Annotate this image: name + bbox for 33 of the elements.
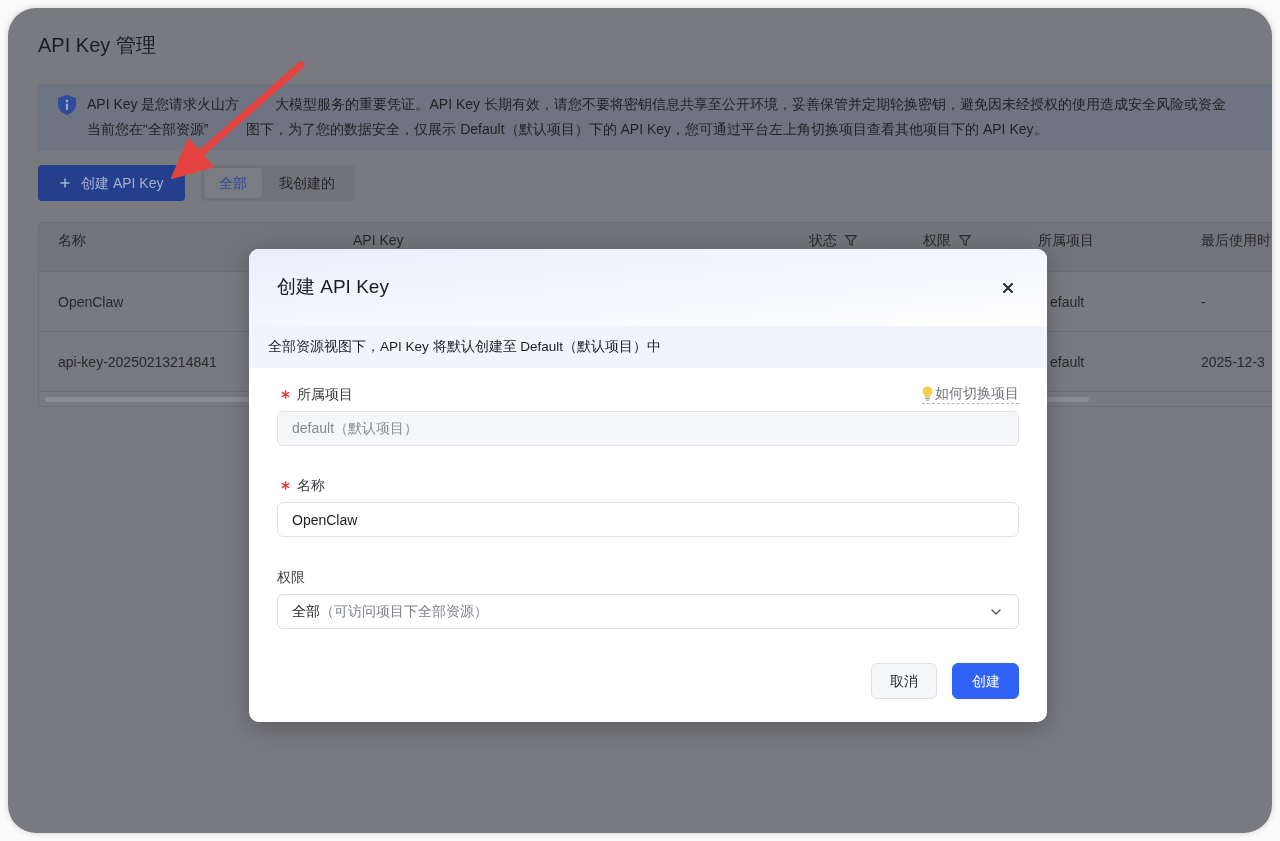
input-field[interactable]: OpenClaw	[277, 502, 1019, 537]
plus-icon	[58, 176, 72, 190]
table-cell: api-key-20250213214841	[58, 353, 217, 370]
select-field[interactable]: 全部（可访问项目下全部资源）	[277, 594, 1019, 629]
filter-icon[interactable]	[959, 235, 971, 246]
filter-tab[interactable]: 我创建的	[262, 168, 352, 198]
notice-text: 大模型服务的重要凭证。API Key 长期有效，请您不要将密钥信息共享至公开环境，妥善保管并定期轮换密钥，避免因未经授权的使用造成安全风险或资金	[275, 95, 1226, 114]
lightbulb-icon	[922, 386, 933, 401]
filter-icon[interactable]	[845, 235, 857, 246]
notice-text: 图下，为了您的数据安全，仅展示 Default（默认项目）下的 API Key，您可通过平台左上角切换项目查看其他项目下的 API Key。	[246, 120, 1048, 139]
info-shield-icon	[58, 95, 76, 115]
table-cell: efault	[1050, 353, 1085, 370]
table-cell: -	[1201, 293, 1206, 310]
table-cell: 2025-12-3	[1201, 353, 1265, 370]
column-header: 名称	[58, 232, 86, 248]
notice-text: 当前您在“全部资源”	[87, 120, 209, 139]
column-header: 权限	[923, 232, 951, 248]
field-label: 名称	[297, 475, 325, 495]
cancel-button[interactable]: 取消	[871, 663, 937, 699]
notice-text: API Key 是您请求火山方	[87, 95, 240, 114]
dialog-title: 创建 API Key	[277, 275, 389, 300]
field-label: 权限	[277, 567, 305, 587]
table-cell: OpenClaw	[58, 293, 124, 310]
column-header: 最后使用时	[1201, 232, 1271, 248]
confirm-button[interactable]: 创建	[952, 663, 1019, 699]
table-cell: efault	[1050, 293, 1085, 310]
column-header: 状态	[809, 232, 837, 248]
column-header: API Key	[353, 232, 404, 248]
field-label: 所属项目	[297, 384, 353, 404]
column-header: 所属项目	[1038, 232, 1094, 248]
dialog-notice: 全部资源视图下，API Key 将默认创建至 Default（默认项目）中	[249, 326, 1047, 368]
create-api-key-button[interactable]: 创建 API Key	[38, 165, 185, 201]
page-title: API Key 管理	[38, 33, 157, 58]
